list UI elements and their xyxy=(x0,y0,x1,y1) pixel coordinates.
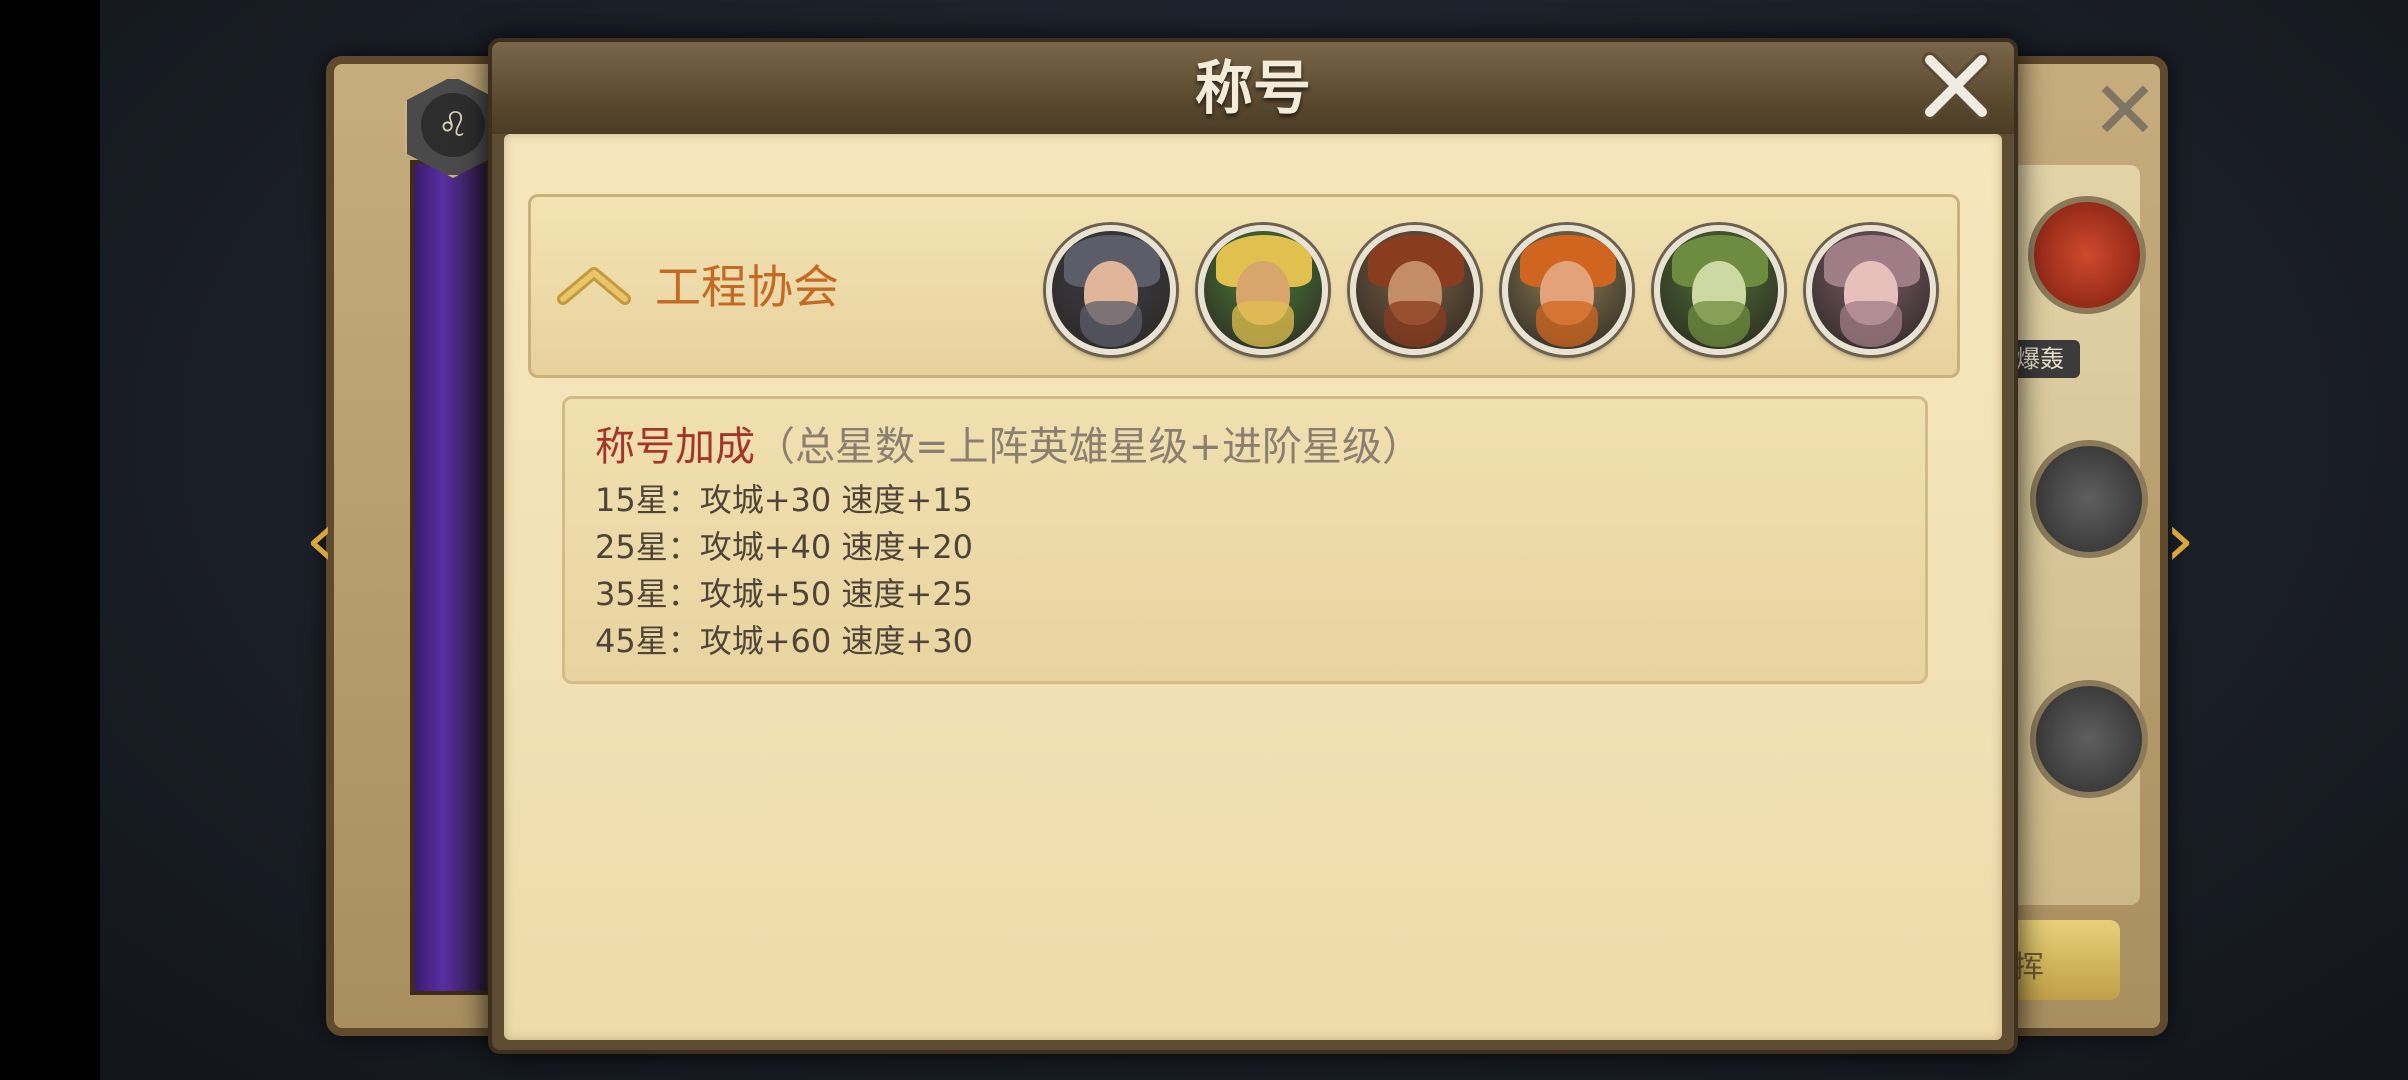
title-bonus-panel: 称号加成（总星数=上阵英雄星级+进阶星级） 15星：攻城+30 速度+15 25… xyxy=(562,396,1928,684)
guild-name: 工程协会 xyxy=(655,260,839,314)
guild-header[interactable]: 工程协会 xyxy=(528,194,1960,378)
hero-avatar-hero-4[interactable] xyxy=(1502,225,1632,355)
hero-beard xyxy=(1688,301,1750,347)
close-x-icon xyxy=(1922,52,1990,120)
hero-beard xyxy=(1384,301,1446,347)
hero-beard xyxy=(1080,301,1142,347)
lion-icon: ♌ xyxy=(421,93,485,157)
background-close-icon: ✕ xyxy=(2091,64,2159,157)
background-button: 挥 xyxy=(2000,920,2120,1000)
hero-avatar-hero-6[interactable] xyxy=(1806,225,1936,355)
background-slot-icon xyxy=(2030,440,2148,558)
hero-beard xyxy=(1840,301,1902,347)
collapse-toggle[interactable] xyxy=(557,259,631,309)
modal-body: 工程协会 称号加成（总星数=上阵英雄星级+进阶星级） 15星：攻城+30 速度+… xyxy=(504,134,2002,1040)
bonus-tier: 35星：攻城+50 速度+25 xyxy=(595,575,973,613)
bonus-tier: 45星：攻城+60 速度+30 xyxy=(595,622,973,660)
hero-avatars xyxy=(1046,225,1936,355)
hero-beard xyxy=(1232,301,1294,347)
hero-avatar-hero-1[interactable] xyxy=(1046,225,1176,355)
chevron-up-icon xyxy=(557,267,631,305)
bonus-list: 15星：攻城+30 速度+15 25星：攻城+40 速度+20 35星：攻城+5… xyxy=(595,477,973,665)
hero-avatar-hero-2[interactable] xyxy=(1198,225,1328,355)
modal-title: 称号 xyxy=(1194,54,1311,122)
title-modal: 称号 工程协会 称号加成（总星数=上阵英雄星级+进阶星级） 15星：攻城+30 … xyxy=(488,38,2018,1054)
background-button-label: 挥 xyxy=(2014,950,2044,985)
bonus-title: 称号加成 xyxy=(595,424,755,470)
bonus-tier: 15星：攻城+30 速度+15 xyxy=(595,481,973,519)
game-stage: ♌ 爆轰 挥 ✕ ‹ › 称号 工程协会 称号加成（总星数=上阵英雄星级+进阶星… xyxy=(0,0,2408,1080)
hero-beard xyxy=(1536,301,1598,347)
background-skill-icon xyxy=(2028,196,2146,314)
hero-avatar-hero-3[interactable] xyxy=(1350,225,1480,355)
chevron-left-icon: ‹ xyxy=(305,497,335,583)
bonus-heading: 称号加成（总星数=上阵英雄星级+进阶星级） xyxy=(595,417,1422,477)
background-hero-portrait xyxy=(410,160,490,995)
bonus-note: （总星数=上阵英雄星级+进阶星级） xyxy=(755,424,1423,470)
hero-avatar-hero-5[interactable] xyxy=(1654,225,1784,355)
chevron-right-icon: › xyxy=(2165,497,2195,583)
background-slot-icon xyxy=(2030,680,2148,798)
close-button[interactable] xyxy=(1918,48,1994,124)
bonus-tier: 25星：攻城+40 速度+20 xyxy=(595,528,973,566)
letterbox-left xyxy=(0,0,100,1080)
